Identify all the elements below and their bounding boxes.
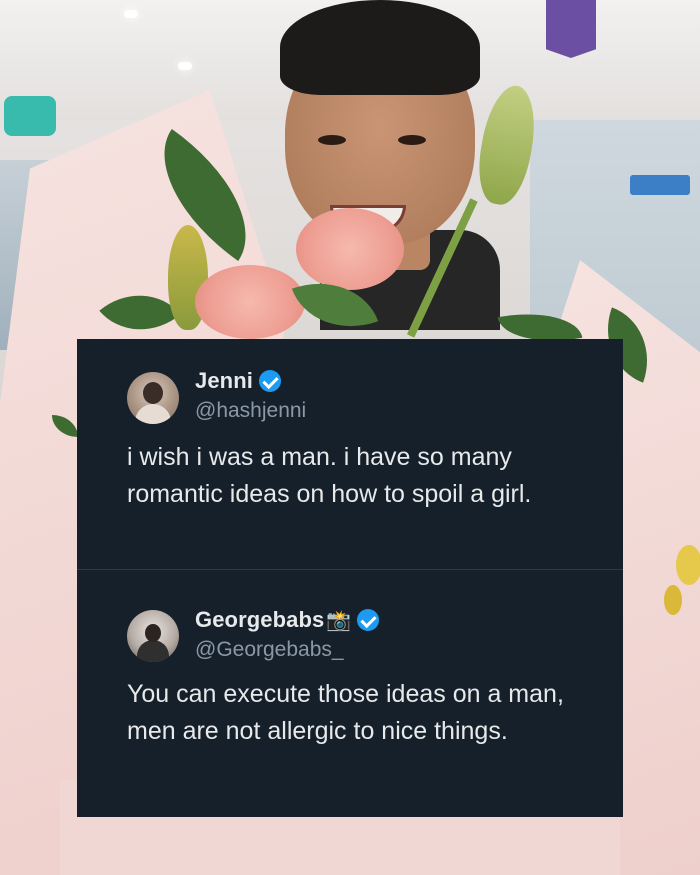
yellow-flower — [664, 585, 682, 615]
display-name[interactable]: Jenni — [195, 368, 253, 394]
avatar-figure-head — [145, 624, 161, 642]
verified-badge-icon — [357, 609, 380, 631]
avatar-figure-head — [143, 382, 163, 404]
avatar-figure — [135, 404, 171, 424]
tweet-reply: Georgebabs 📸 @Georgebabs_ You can execut… — [77, 570, 623, 817]
verified-badge-icon — [258, 370, 281, 392]
tweet-original: Jenni @hashjenni i wish i was a man. i h… — [77, 339, 623, 569]
user-handle[interactable]: @hashjenni — [195, 399, 306, 423]
person-eye — [398, 135, 426, 145]
ceiling-light — [178, 62, 192, 70]
yellow-flower — [676, 545, 700, 585]
hanging-banner — [546, 0, 596, 58]
store-sign-right — [630, 175, 690, 195]
pink-carnation — [195, 265, 305, 339]
avatar-figure — [137, 640, 169, 662]
tweet-text: You can execute those ideas on a man, me… — [127, 680, 564, 745]
user-handle[interactable]: @Georgebabs_ — [195, 638, 344, 662]
avatar[interactable] — [127, 372, 179, 424]
display-name[interactable]: Georgebabs — [195, 607, 324, 633]
person-hair — [280, 0, 480, 95]
tweet-card: Jenni @hashjenni i wish i was a man. i h… — [77, 339, 623, 817]
author-name-row: Jenni — [195, 368, 281, 394]
ceiling-light — [124, 10, 138, 18]
author-name-row: Georgebabs 📸 — [195, 607, 380, 633]
pink-carnation — [296, 208, 404, 290]
tweet-text: i wish i was a man. i have so many roman… — [127, 443, 532, 508]
person-eye — [318, 135, 346, 145]
store-sign-left — [4, 96, 56, 136]
avatar[interactable] — [127, 610, 179, 662]
camera-flash-icon: 📸 — [326, 609, 352, 632]
